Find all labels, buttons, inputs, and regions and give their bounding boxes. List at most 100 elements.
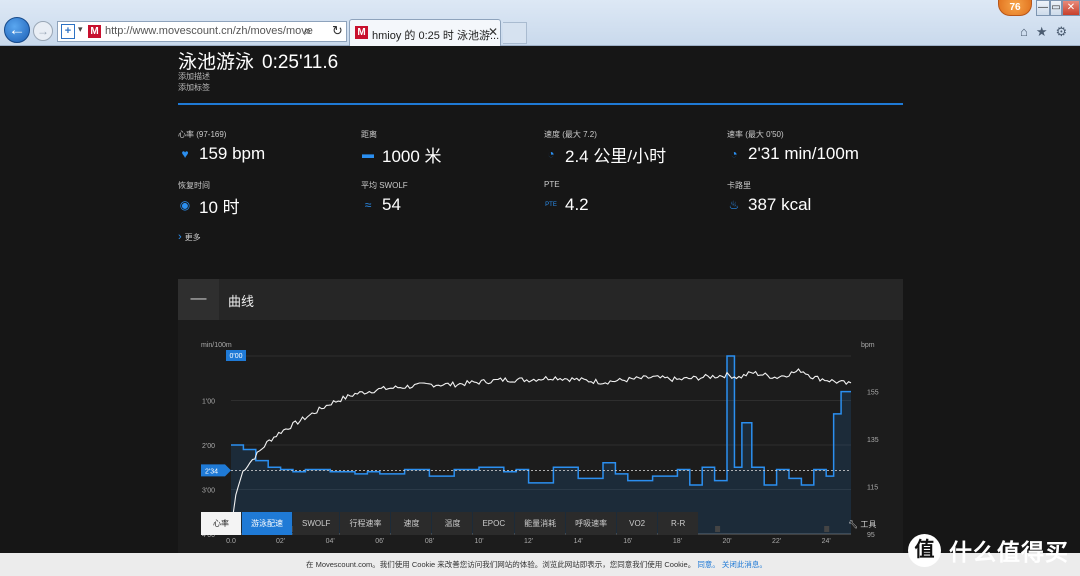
url-text[interactable]: http://www.movescount.cn/zh/moves/move: [105, 25, 313, 37]
minimize-button[interactable]: —: [1036, 0, 1050, 16]
close-tab-icon[interactable]: ✕: [488, 25, 498, 39]
watermark-logo: 值: [908, 533, 941, 567]
stat-label: PTE: [544, 180, 560, 189]
stat-value: 4.2: [565, 195, 589, 214]
chart-tab[interactable]: VO2: [617, 512, 658, 535]
right-tick-label: 155: [867, 390, 879, 397]
right-tick-label: 115: [867, 485, 878, 492]
stat-value-row: ♨ 387 kcal: [727, 194, 897, 216]
more-label: 更多: [184, 233, 201, 242]
chart-tab[interactable]: R-R: [658, 512, 699, 535]
avg-pace-label: 2'34: [205, 468, 218, 475]
chart-tab[interactable]: 呼吸速率: [566, 512, 617, 535]
address-bar[interactable]: + ▾ M http://www.movescount.cn/zh/moves/…: [57, 21, 347, 42]
tools-label: 工具: [860, 520, 877, 529]
favorites-star-icon[interactable]: ★: [1036, 24, 1056, 39]
collapse-toggle[interactable]: —: [178, 279, 219, 320]
x-tick-label: 16': [623, 538, 632, 545]
flame-icon: ♨: [728, 198, 740, 212]
maximize-button[interactable]: ▭: [1050, 0, 1062, 16]
rest-marker: [824, 526, 830, 532]
stat-label: 卡路里: [727, 181, 751, 190]
left-tick-label: 1'00: [202, 399, 215, 406]
tab-title: hmioy 的 0:25 时 泳池游...: [372, 30, 500, 42]
x-tick-label: 06': [375, 538, 384, 545]
stat-label: 平均 SWOLF: [361, 181, 408, 190]
x-tick-label: 08': [425, 538, 434, 545]
zero-pace-label: 0'00: [229, 353, 242, 360]
stat-value: 10 时: [199, 197, 240, 217]
stat-value-row: ◔ 2'31 min/100m: [727, 143, 897, 165]
search-icon[interactable]: ⌕: [304, 23, 311, 39]
chart-tab[interactable]: 温度: [432, 512, 473, 535]
chart-tab[interactable]: EPOC: [473, 512, 515, 535]
stat-value: 159 bpm: [199, 144, 266, 163]
move-duration: 0:25'11.6: [262, 52, 339, 73]
tools-button[interactable]: 🔧︎ 工具: [848, 519, 876, 530]
x-tick-label: 22': [772, 538, 781, 545]
ruler-icon: ▬: [362, 147, 374, 161]
chart-tab-bar: 心率 游泳配速 SWOLF 行程速率 速度 温度 EPOC 能量消耗 呼吸速率 VO2 R-R: [201, 512, 699, 535]
stat-value-row: ♥ 159 bpm: [178, 143, 348, 165]
stat-value: 2'31 min/100m: [748, 144, 859, 163]
back-button[interactable]: ←: [4, 17, 30, 43]
home-icon[interactable]: ⌂: [1020, 24, 1036, 39]
x-tick-label: 14': [574, 538, 583, 545]
stat-item: 距离 ▬ 1000 米: [361, 129, 531, 166]
curve-section-header[interactable]: — 曲线: [178, 279, 903, 320]
x-tick-label: 02': [276, 538, 285, 545]
wave-icon: ≈: [364, 198, 372, 212]
stat-value: 54: [382, 195, 401, 214]
move-page: 泳池游泳 0:25'11.6 添加描述 添加标签 心率 (97-169) ♥ 159 …: [0, 47, 1080, 553]
wrench-icon: 🔧︎: [848, 520, 861, 529]
left-tick-label: 2'00: [202, 443, 215, 450]
divider: [178, 103, 903, 105]
gear-icon[interactable]: ⚙: [1056, 24, 1076, 39]
chart-tab[interactable]: 心率: [201, 512, 241, 535]
rest-marker: [715, 526, 721, 532]
page-title: 泳池游泳 0:25'11.6: [178, 47, 338, 74]
chart-tab[interactable]: 行程速率: [340, 512, 391, 535]
close-button[interactable]: ✕: [1062, 0, 1080, 16]
stat-item: 卡路里 ♨ 387 kcal: [727, 180, 897, 216]
stat-value-row: ◉ 10 时: [178, 194, 348, 217]
stat-value: 2.4 公里/小时: [565, 146, 667, 166]
cookie-message: 在 Movescount.com。我们使用 Cookie 来改善您访问我们网站的…: [306, 560, 696, 569]
chart-tab[interactable]: 能量消耗: [515, 512, 566, 535]
forward-button[interactable]: →: [33, 21, 53, 41]
add-tags-link[interactable]: 添加标签: [178, 82, 210, 93]
chevron-down-icon[interactable]: ▾: [78, 24, 83, 35]
chart-panel: 1'00 2'00 3'00 4'00 min/100m 155 135 115 95 bpm 0.…: [178, 320, 903, 553]
move-title: 泳池游泳: [178, 52, 255, 73]
stat-label: 速率 (最大 0'50): [727, 130, 784, 139]
tab-favicon-icon: M: [355, 26, 368, 39]
pace-icon: ◔: [730, 147, 738, 161]
stat-item: PTE PTE 4.2: [544, 180, 714, 216]
stat-value-row: PTE 4.2: [544, 194, 714, 216]
more-link[interactable]: › 更多: [178, 231, 201, 243]
chart-tab[interactable]: 游泳配速: [242, 512, 292, 535]
x-tick-label: 0.0: [226, 538, 236, 545]
cookie-close-link[interactable]: 关闭此消息。: [722, 560, 767, 569]
browser-tab[interactable]: M hmioy 的 0:25 时 泳池游... ✕: [349, 19, 501, 46]
compat-view-icon[interactable]: +: [61, 24, 75, 39]
cookie-agree-link[interactable]: 同意。: [697, 560, 720, 569]
notification-badge[interactable]: 76: [998, 0, 1032, 16]
stat-item: 恢复时间 ◉ 10 时: [178, 180, 348, 217]
stat-value-row: ◔ 2.4 公里/小时: [544, 143, 714, 166]
x-tick-label: 12': [524, 538, 533, 545]
stat-value-row: ▬ 1000 米: [361, 143, 531, 166]
stat-item: 速率 (最大 0'50) ◔ 2'31 min/100m: [727, 129, 897, 165]
new-tab-button[interactable]: [503, 22, 527, 44]
chart-tab[interactable]: 速度: [391, 512, 432, 535]
right-tick-label: 135: [867, 437, 879, 444]
x-tick-label: 18': [673, 538, 682, 545]
chart-tab[interactable]: SWOLF: [293, 512, 340, 535]
stat-value: 1000 米: [382, 146, 442, 166]
left-axis-label: min/100m: [201, 342, 232, 349]
stat-label: 心率 (97-169): [178, 130, 227, 139]
x-tick-label: 20': [722, 538, 731, 545]
stat-item: 心率 (97-169) ♥ 159 bpm: [178, 129, 348, 165]
add-description-link[interactable]: 添加描述: [178, 71, 210, 82]
refresh-icon[interactable]: ↻: [332, 23, 343, 39]
